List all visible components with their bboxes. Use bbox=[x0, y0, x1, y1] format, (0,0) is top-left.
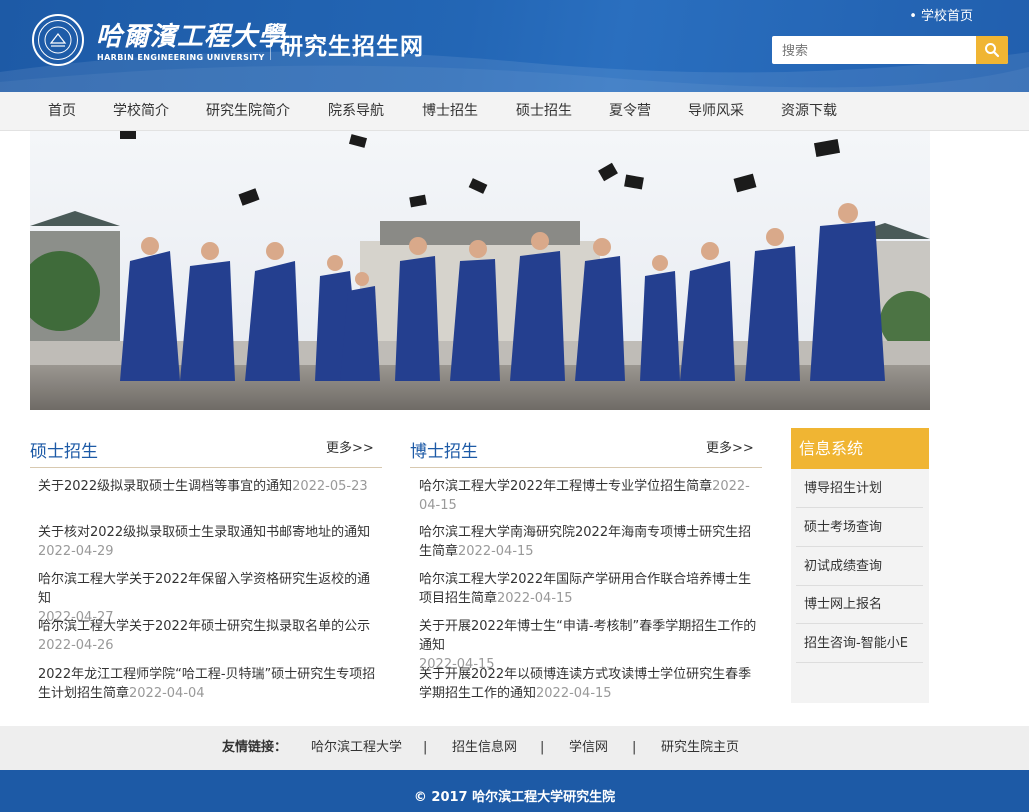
news-date: 2022-04-26 bbox=[38, 638, 114, 653]
site-header: 哈爾濱工程大學 HARBIN ENGINEERING UNIVERSITY 研究… bbox=[0, 0, 1029, 92]
master-news-item[interactable]: 关于核对2022级拟录取硕士生录取通知书邮寄地址的通知 2022-04-29 bbox=[38, 523, 382, 561]
news-title: 哈尔滨工程大学2022年国际产学研用合作联合培养博士生项目招生简章 bbox=[419, 572, 752, 606]
friend-links-label: 友情链接： bbox=[222, 740, 288, 755]
info-system-title: 信息系统 bbox=[791, 428, 929, 469]
news-title: 哈尔滨工程大学关于2022年保留入学资格研究生返校的通知 bbox=[38, 572, 371, 606]
master-news-item[interactable]: 2022年龙江工程师学院“哈工程-贝特瑞”硕士研究生专项招生计划招生简章2022… bbox=[38, 665, 382, 703]
search-input[interactable] bbox=[772, 36, 976, 64]
search-box bbox=[772, 36, 1008, 64]
doctor-more-link[interactable]: 更多>> bbox=[706, 437, 754, 456]
nav-item-summer-camp[interactable]: 夏令营 bbox=[609, 92, 651, 131]
link-exam-score-query[interactable]: 初试成绩查询 bbox=[796, 548, 923, 586]
friend-link-admission-info[interactable]: 招生信息网 bbox=[452, 726, 517, 770]
nav-item-departments[interactable]: 院系导航 bbox=[328, 92, 384, 131]
university-name-cn[interactable]: 哈爾濱工程大學 bbox=[96, 16, 285, 53]
link-master-exam-room[interactable]: 硕士考场查询 bbox=[796, 509, 923, 547]
doctor-section-divider bbox=[410, 467, 762, 468]
info-system-panel: 信息系统 博导招生计划 硕士考场查询 初试成绩查询 博士网上报名 招生咨询-智能… bbox=[791, 428, 929, 703]
news-date: 2022-04-04 bbox=[129, 686, 205, 701]
news-title: 哈尔滨工程大学关于2022年硕士研究生拟录取名单的公示 bbox=[38, 619, 371, 634]
doctor-news-item[interactable]: 哈尔滨工程大学南海研究院2022年海南专项博士研究生招生简章2022-04-15 bbox=[419, 523, 763, 561]
nav-item-graduate-school[interactable]: 研究生院简介 bbox=[206, 92, 290, 131]
main-nav: 首页 学校简介 研究生院简介 院系导航 博士招生 硕士招生 夏令营 导师风采 资… bbox=[0, 92, 1029, 131]
link-doctor-online-registration[interactable]: 博士网上报名 bbox=[796, 586, 923, 624]
seal-emblem-icon bbox=[44, 26, 72, 54]
friend-links-bar: 友情链接： 哈尔滨工程大学 | 招生信息网 | 学信网 | 研究生院主页 bbox=[0, 726, 1029, 770]
master-more-link[interactable]: 更多>> bbox=[326, 437, 374, 456]
master-section-divider bbox=[30, 467, 382, 468]
friend-link-chsi[interactable]: 学信网 bbox=[569, 726, 608, 770]
friend-link-heu[interactable]: 哈尔滨工程大学 bbox=[311, 726, 402, 770]
news-date: 2022-04-15 bbox=[536, 686, 612, 701]
doctor-news-item[interactable]: 哈尔滨工程大学2022年工程博士专业学位招生简章2022-04-15 bbox=[419, 477, 763, 515]
news-date: 2022-04-15 bbox=[497, 591, 573, 606]
news-title: 2022年龙江工程师学院“哈工程-贝特瑞”硕士研究生专项招生计划招生简章 bbox=[38, 667, 376, 701]
news-title: 关于核对2022级拟录取硕士生录取通知书邮寄地址的通知 bbox=[38, 525, 371, 540]
friend-link-separator: | bbox=[540, 740, 545, 755]
doctor-news-item[interactable]: 哈尔滨工程大学2022年国际产学研用合作联合培养博士生项目招生简章2022-04… bbox=[419, 570, 763, 608]
master-news-item[interactable]: 哈尔滨工程大学关于2022年硕士研究生拟录取名单的公示 2022-04-26 bbox=[38, 617, 382, 655]
site-footer: © 2017 哈尔滨工程大学研究生院 bbox=[0, 770, 1029, 812]
news-date: 2022-05-23 bbox=[292, 479, 368, 494]
nav-item-home[interactable]: 首页 bbox=[48, 92, 76, 131]
logo-divider bbox=[270, 24, 271, 60]
news-date: 2022-04-15 bbox=[458, 544, 534, 559]
banner-photo bbox=[30, 131, 930, 410]
news-title: 哈尔滨工程大学2022年工程博士专业学位招生简章 bbox=[419, 479, 713, 494]
nav-item-about-school[interactable]: 学校简介 bbox=[113, 92, 169, 131]
news-title: 关于开展2022年博士生“申请-考核制”春季学期招生工作的通知 bbox=[419, 619, 757, 653]
link-doctor-supervisor-plan[interactable]: 博导招生计划 bbox=[796, 470, 923, 508]
site-title[interactable]: 研究生招生网 bbox=[280, 27, 424, 61]
search-icon bbox=[985, 43, 1000, 58]
university-name-en: HARBIN ENGINEERING UNIVERSITY bbox=[97, 53, 265, 62]
nav-item-master-admission[interactable]: 硕士招生 bbox=[516, 92, 572, 131]
university-seal-logo[interactable] bbox=[32, 14, 84, 66]
news-date: 2022-04-29 bbox=[38, 544, 114, 559]
nav-item-supervisors[interactable]: 导师风采 bbox=[688, 92, 744, 131]
master-section-title[interactable]: 硕士招生 bbox=[30, 437, 98, 462]
link-admission-consult-bot[interactable]: 招生咨询-智能小E bbox=[796, 625, 923, 663]
friend-link-separator: | bbox=[632, 740, 637, 755]
search-button[interactable] bbox=[976, 36, 1008, 64]
doctor-news-item[interactable]: 关于开展2022年以硕博连读方式攻读博士学位研究生春季学期招生工作的通知2022… bbox=[419, 665, 763, 703]
friend-link-graduate-home[interactable]: 研究生院主页 bbox=[661, 726, 739, 770]
nav-item-doctor-admission[interactable]: 博士招生 bbox=[422, 92, 478, 131]
graduation-banner-image[interactable] bbox=[30, 131, 930, 410]
nav-item-downloads[interactable]: 资源下载 bbox=[781, 92, 837, 131]
doctor-section-title[interactable]: 博士招生 bbox=[410, 437, 478, 462]
copyright-text: © 2017 哈尔滨工程大学研究生院 bbox=[413, 790, 616, 805]
news-title: 关于2022级拟录取硕士生调档等事宜的通知 bbox=[38, 479, 293, 494]
school-home-link[interactable]: • 学校首页 bbox=[909, 5, 973, 24]
master-news-item[interactable]: 关于2022级拟录取硕士生调档等事宜的通知2022-05-23 bbox=[38, 477, 382, 496]
friend-link-separator: | bbox=[423, 740, 428, 755]
